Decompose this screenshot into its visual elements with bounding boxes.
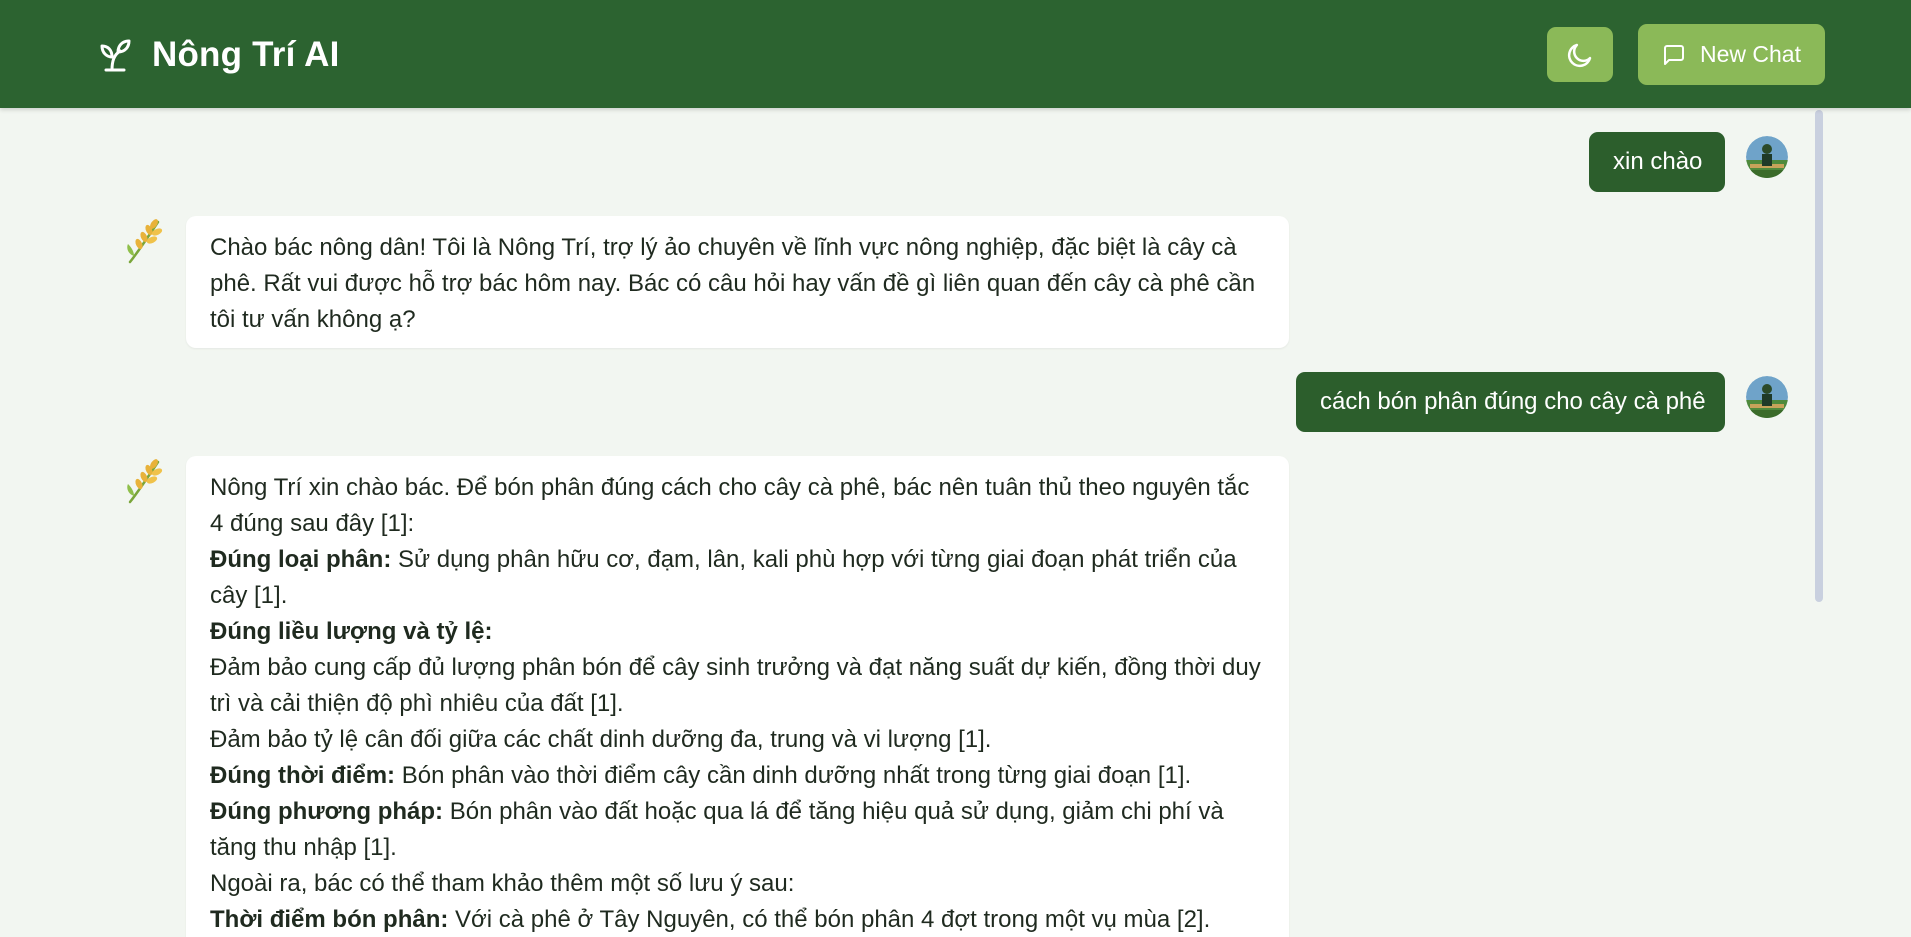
answer-point-title: Đúng phương pháp: bbox=[210, 798, 444, 825]
assistant-message: Chào bác nông dân! Tôi là Nông Trí, trợ … bbox=[186, 216, 1289, 348]
sprout-icon bbox=[100, 39, 131, 72]
user-message: xin chào bbox=[1589, 132, 1725, 192]
app-title: Nông Trí AI bbox=[152, 35, 340, 74]
answer-point: Đúng loại phân: Sử dụng phân hữu cơ, đạm… bbox=[210, 542, 1265, 614]
answer-intro: Nông Trí xin chào bác. Để bón phân đúng … bbox=[210, 474, 1250, 537]
user-message: cách bón phân đúng cho cây cà phê bbox=[1296, 372, 1725, 432]
assistant-message: Nông Trí xin chào bác. Để bón phân đúng … bbox=[186, 456, 1289, 937]
scrollbar-thumb[interactable] bbox=[1815, 110, 1823, 602]
answer-point-text: Đảm bảo tỷ lệ cân đối giữa các chất dinh… bbox=[210, 726, 992, 753]
user-avatar bbox=[1746, 136, 1788, 178]
answer-point-title: Đúng loại phân: bbox=[210, 546, 392, 573]
message-square-icon bbox=[1664, 44, 1684, 65]
wheat-icon bbox=[127, 459, 163, 504]
answer-point: Đúng phương pháp: Bón phân vào đất hoặc … bbox=[210, 794, 1265, 866]
answer-point-title: Đúng thời điểm: bbox=[210, 762, 396, 789]
chat-messages[interactable]: xin chào Chào bác nông dân! Tôi là Nông … bbox=[0, 108, 1911, 937]
user-message-text: xin chào bbox=[1613, 148, 1703, 175]
answer-point: Đúng thời điểm: Bón phân vào thời điểm c… bbox=[210, 758, 1265, 794]
theme-toggle-button[interactable] bbox=[1547, 27, 1613, 82]
app-header: Nông Trí AI New Chat bbox=[0, 0, 1911, 108]
answer-point-text: Đảm bảo cung cấp đủ lượng phân bón để câ… bbox=[210, 654, 1261, 717]
answer-extra-intro: Ngoài ra, bác có thể tham khảo thêm một … bbox=[210, 870, 795, 897]
answer-point: Thời điểm bón phân: Với cà phê ở Tây Ngu… bbox=[210, 902, 1265, 937]
answer-point-title: Thời điểm bón phân: bbox=[210, 906, 449, 933]
brand: Nông Trí AI bbox=[98, 35, 340, 75]
new-chat-button[interactable]: New Chat bbox=[1638, 24, 1825, 85]
answer-point-title: Đúng liều lượng và tỷ lệ: bbox=[210, 614, 1265, 650]
answer-point-title-text: Đúng liều lượng và tỷ lệ: bbox=[210, 618, 493, 645]
new-chat-label: New Chat bbox=[1700, 41, 1801, 67]
assistant-message-text: Chào bác nông dân! Tôi là Nông Trí, trợ … bbox=[210, 234, 1256, 333]
answer-point-text: Bón phân vào thời điểm cây cần dinh dưỡn… bbox=[395, 762, 1192, 789]
user-message-text: cách bón phân đúng cho cây cà phê bbox=[1320, 388, 1706, 415]
moon-icon bbox=[1567, 43, 1592, 67]
user-avatar bbox=[1746, 376, 1788, 418]
wheat-icon bbox=[127, 219, 163, 264]
answer-point-text: Với cà phê ở Tây Nguyên, có thể bón phân… bbox=[448, 906, 1211, 933]
